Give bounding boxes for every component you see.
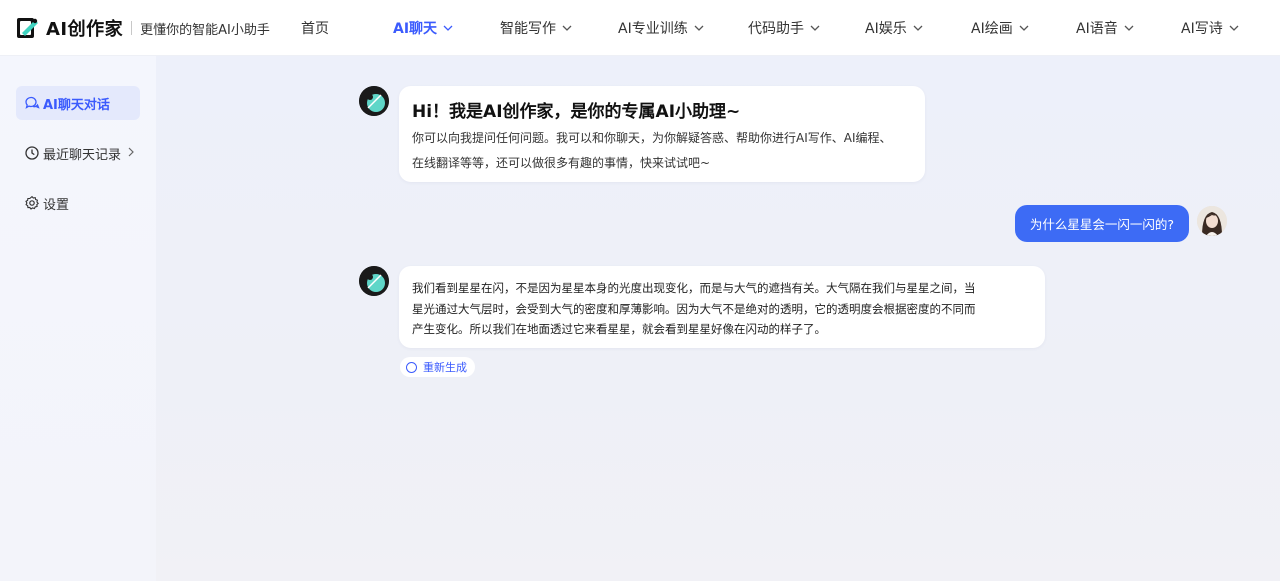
nav-ai-entertainment[interactable]: AI娱乐 bbox=[865, 0, 923, 56]
sidebar: AI聊天对话 最近聊天记录 设置 bbox=[0, 56, 156, 581]
chevron-down-icon bbox=[562, 23, 572, 33]
sidebar-item-label: AI聊天对话 bbox=[43, 97, 110, 113]
brand-name: AI创作家 bbox=[46, 19, 124, 40]
answer-line: 产生变化。所以我们在地面透过它来看星星，就会看到星星好像在闪动的样子了。 bbox=[412, 322, 826, 336]
answer-line: 星光通过大气层时，会受到大气的密度和厚薄影响。因为大气不是绝对的透明，它的透明度… bbox=[412, 302, 976, 316]
answer-line: 我们看到星星在闪，不是因为星星本身的光度出现变化，而是与大气的遮挡有关。大气隔在… bbox=[412, 281, 976, 295]
bot-avatar bbox=[359, 266, 389, 296]
nav-label: 代码助手 bbox=[748, 21, 804, 37]
chevron-down-icon bbox=[694, 23, 704, 33]
sidebar-item-settings[interactable]: 设置 bbox=[16, 186, 140, 220]
nav-ai-pro-training[interactable]: AI专业训练 bbox=[618, 0, 704, 56]
nav-ai-poetry[interactable]: AI写诗 bbox=[1181, 0, 1239, 56]
regenerate-label: 重新生成 bbox=[423, 361, 467, 374]
nav-label: AI聊天 bbox=[393, 21, 438, 37]
nav-label: AI娱乐 bbox=[865, 21, 907, 37]
nav-ai-voice[interactable]: AI语音 bbox=[1076, 0, 1134, 56]
logo-icon bbox=[16, 16, 40, 40]
sidebar-item-recent-chats[interactable]: 最近聊天记录 bbox=[16, 136, 140, 170]
brand-divider bbox=[131, 21, 133, 35]
welcome-message: Hi！我是AI创作家，是你的专属AI小助理~ 你可以向我提问任何问题。我可以和你… bbox=[399, 86, 925, 182]
nav-smart-writing[interactable]: 智能写作 bbox=[500, 0, 572, 56]
bot-avatar bbox=[359, 86, 389, 116]
welcome-line: 在线翻译等等，还可以做很多有趣的事情，快来试试吧~ bbox=[412, 156, 711, 170]
nav-label: 智能写作 bbox=[500, 21, 556, 37]
chevron-right-icon bbox=[127, 146, 135, 161]
nav-label: AI专业训练 bbox=[618, 21, 688, 37]
user-message: 为什么星星会一闪一闪的? bbox=[1015, 205, 1189, 242]
brand-slogan: 更懂你的智能AI小助手 bbox=[140, 22, 270, 38]
chat-bubbles-icon bbox=[24, 95, 40, 111]
nav-label: AI语音 bbox=[1076, 21, 1118, 37]
brand[interactable]: AI创作家 更懂你的智能AI小助手 bbox=[16, 14, 270, 42]
gear-icon bbox=[24, 195, 40, 211]
chevron-down-icon bbox=[1124, 23, 1134, 33]
answer-message: 我们看到星星在闪，不是因为星星本身的光度出现变化，而是与大气的遮挡有关。大气隔在… bbox=[399, 266, 1045, 348]
welcome-line: 你可以向我提问任何问题。我可以和你聊天，为你解疑答惑、帮助你进行AI写作、AI编… bbox=[412, 131, 892, 145]
nav-label: AI绘画 bbox=[971, 21, 1013, 37]
sidebar-item-ai-chat[interactable]: AI聊天对话 bbox=[16, 86, 140, 120]
chevron-down-icon bbox=[1229, 23, 1239, 33]
nav-ai-chat[interactable]: AI聊天 bbox=[393, 0, 453, 56]
chevron-down-icon bbox=[1019, 23, 1029, 33]
nav-home[interactable]: 首页 bbox=[301, 0, 329, 56]
nav-label: 首页 bbox=[301, 21, 329, 37]
nav-code-assistant[interactable]: 代码助手 bbox=[748, 0, 820, 56]
refresh-icon bbox=[406, 361, 417, 373]
sidebar-item-label: 设置 bbox=[43, 197, 70, 213]
nav-label: AI写诗 bbox=[1181, 21, 1223, 37]
clock-icon bbox=[24, 145, 40, 161]
top-header: AI创作家 更懂你的智能AI小助手 首页 AI聊天 智能写作 AI专业训练 代码… bbox=[0, 0, 1280, 56]
chevron-down-icon bbox=[810, 23, 820, 33]
nav-ai-painting[interactable]: AI绘画 bbox=[971, 0, 1029, 56]
regenerate-button[interactable]: 重新生成 bbox=[400, 357, 475, 377]
chat-area: Hi！我是AI创作家，是你的专属AI小助理~ 你可以向我提问任何问题。我可以和你… bbox=[156, 56, 1280, 581]
sidebar-item-label: 最近聊天记录 bbox=[43, 147, 122, 163]
user-avatar bbox=[1197, 206, 1227, 236]
welcome-title: Hi！我是AI创作家，是你的专属AI小助理~ bbox=[412, 102, 741, 122]
chevron-down-icon bbox=[443, 23, 453, 33]
chevron-down-icon bbox=[913, 23, 923, 33]
